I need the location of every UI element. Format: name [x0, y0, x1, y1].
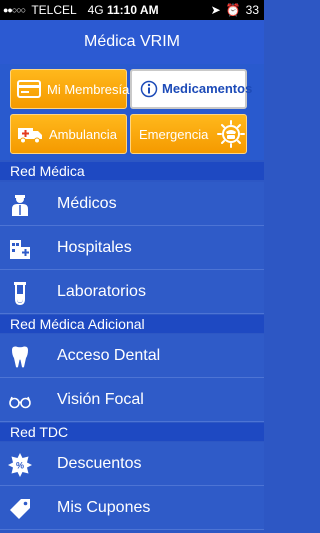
nav-bar: Médica VRIM: [0, 20, 264, 64]
test-tube-icon: [8, 281, 32, 306]
section-header-red-medica: Red Médica: [0, 162, 264, 180]
list-item-label: Acceso Dental: [57, 347, 161, 364]
status-left: ●●○○○ TELCEL 4G: [3, 3, 104, 17]
coupon-tag-icon: [8, 497, 32, 521]
list-item-descuentos[interactable]: % Descuentos: [0, 442, 264, 486]
ambulance-icon: [17, 126, 43, 149]
ambulancia-label: Ambulancia: [49, 127, 117, 142]
list-item-label: Visión Focal: [57, 391, 144, 408]
discount-burst-icon: %: [8, 453, 32, 477]
list-item-label: Hospitales: [57, 239, 132, 256]
tooth-icon: [8, 345, 32, 369]
status-right: ➤ ⏰ 33: [211, 3, 264, 17]
list-item-label: Laboratorios: [57, 283, 146, 300]
network-type: 4G: [87, 3, 104, 17]
medicamentos-button[interactable]: Medicamentos: [130, 69, 252, 109]
location-arrow-icon: ➤: [210, 3, 221, 17]
section-header-red-medica-adicional: Red Médica Adicional: [0, 315, 264, 333]
list-item-label: Descuentos: [57, 455, 142, 472]
page-title: Médica VRIM: [83, 33, 181, 50]
alarm-clock-icon: ⏰: [225, 3, 241, 17]
emergencia-button[interactable]: Emergencia: [130, 114, 247, 154]
medicamentos-label: Medicamentos: [162, 81, 253, 96]
list-item-laboratorios[interactable]: Laboratorios: [0, 270, 264, 314]
mi-membresia-button[interactable]: Mi Membresía: [10, 69, 130, 109]
list-item-label: Médicos: [57, 195, 117, 212]
list-item-vision-focal[interactable]: Visión Focal: [0, 378, 264, 422]
section-header-red-tdc: Red TDC: [0, 423, 264, 441]
list-item-hospitales[interactable]: Hospitales: [0, 226, 264, 270]
section-title: Red Médica Adicional: [10, 316, 145, 332]
glasses-icon: [8, 389, 32, 413]
status-time: 11:10 AM: [107, 3, 159, 17]
battery-text: 33: [245, 3, 259, 17]
section-title: Red Médica: [10, 163, 85, 179]
info-icon: [140, 80, 158, 103]
telephone-icon: [217, 120, 245, 153]
quick-actions-grid: Mi Membresía Medicamentos Ambulancia Eme…: [0, 64, 264, 160]
mi-membresia-label: Mi Membresía: [47, 82, 130, 97]
list-item-label: Mis Cupones: [57, 499, 151, 516]
membership-card-icon: [17, 80, 41, 103]
section-title: Red TDC: [10, 424, 69, 440]
status-bar: ●●○○○ TELCEL 4G 11:10 AM ➤ ⏰ 33: [0, 0, 264, 20]
carrier-name: TELCEL: [31, 3, 77, 17]
list-item-acceso-dental[interactable]: Acceso Dental: [0, 334, 264, 378]
svg-text:%: %: [16, 461, 24, 471]
list-item-medicos[interactable]: Médicos: [0, 182, 264, 226]
list-item-mis-cupones[interactable]: Mis Cupones: [0, 486, 264, 530]
ambulancia-button[interactable]: Ambulancia: [10, 114, 127, 154]
doctor-icon: [8, 193, 32, 217]
hospital-icon: [8, 237, 32, 261]
emergencia-label: Emergencia: [139, 127, 209, 142]
signal-strength-icon: ●●○○○: [3, 5, 26, 15]
